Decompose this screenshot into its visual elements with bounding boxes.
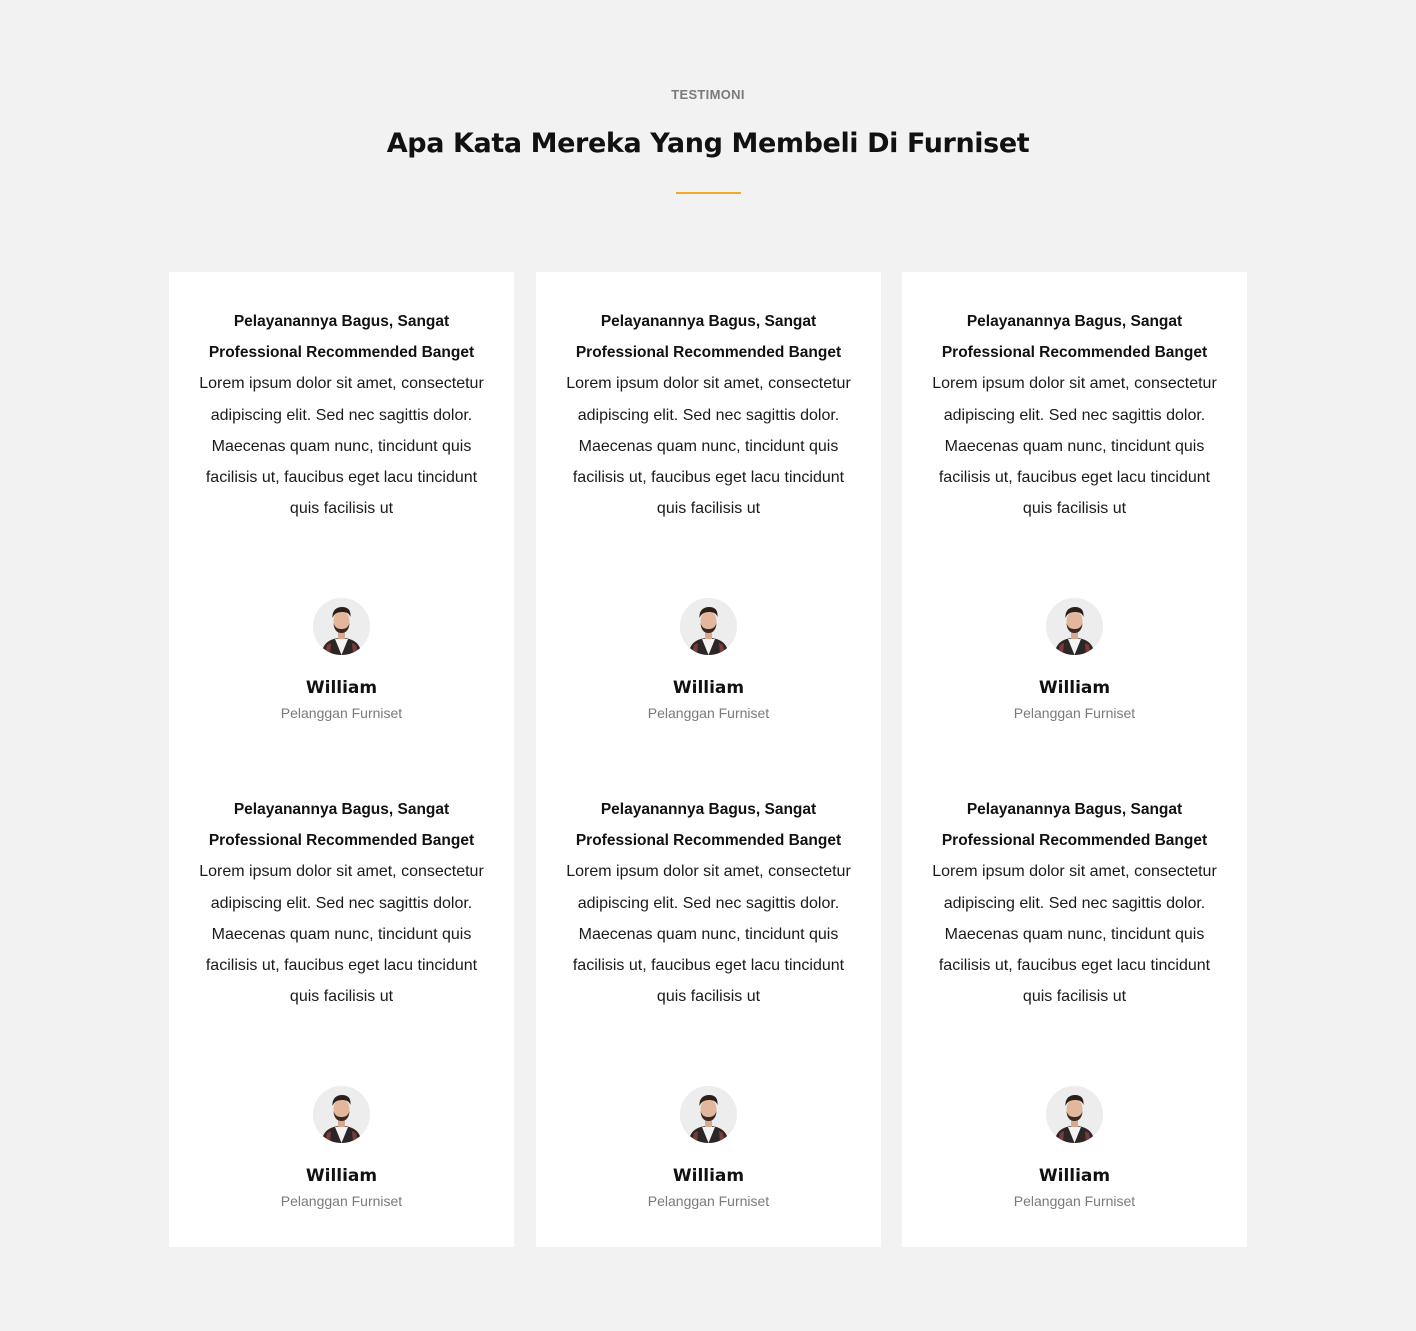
customer-name: William [1038, 1166, 1111, 1186]
customer-avatar-icon [680, 1086, 737, 1143]
quote-title: Pelayanannya Bagus, Sangat Professional … [575, 801, 842, 850]
testimonial-quote: Pelayanannya Bagus, Sangat Professional … [197, 306, 486, 524]
customer-role: Pelanggan Furniset [280, 1193, 403, 1209]
quote-body: Lorem ipsum dolor sit amet, consectetur … [932, 375, 1217, 518]
quote-body: Lorem ipsum dolor sit amet, consectetur … [566, 863, 851, 1006]
quote-body: Lorem ipsum dolor sit amet, consectetur … [932, 863, 1217, 1006]
customer-name: William [672, 1166, 745, 1186]
quote-body: Lorem ipsum dolor sit amet, consectetur … [199, 863, 484, 1006]
customer-avatar-icon [313, 598, 370, 655]
testimonial-card: Pelayanannya Bagus, Sangat Professional … [169, 306, 514, 776]
customer-role: Pelanggan Furniset [647, 1193, 770, 1209]
testimonial-card: Pelayanannya Bagus, Sangat Professional … [902, 794, 1247, 1264]
testimonial-quote: Pelayanannya Bagus, Sangat Professional … [564, 306, 853, 524]
testimonial-column: Pelayanannya Bagus, Sangat Professional … [536, 272, 881, 1247]
customer-avatar-icon [313, 1086, 370, 1143]
customer-role: Pelanggan Furniset [1013, 705, 1136, 721]
quote-body: Lorem ipsum dolor sit amet, consectetur … [566, 375, 851, 518]
customer-name: William [1038, 678, 1111, 698]
quote-title: Pelayanannya Bagus, Sangat Professional … [575, 313, 842, 362]
section-title: Apa Kata Mereka Yang Membeli Di Furniset [386, 128, 1030, 159]
section-eyebrow: TESTIMONI [671, 87, 745, 102]
customer-name: William [305, 1166, 378, 1186]
customer-role: Pelanggan Furniset [647, 705, 770, 721]
title-divider [676, 192, 741, 194]
quote-body: Lorem ipsum dolor sit amet, consectetur … [199, 375, 484, 518]
testimonial-column: Pelayanannya Bagus, Sangat Professional … [169, 272, 514, 1247]
customer-avatar-icon [680, 598, 737, 655]
testimonial-card: Pelayanannya Bagus, Sangat Professional … [902, 306, 1247, 776]
customer-avatar-icon [1046, 598, 1103, 655]
testimonial-column: Pelayanannya Bagus, Sangat Professional … [902, 272, 1247, 1247]
quote-title: Pelayanannya Bagus, Sangat Professional … [208, 313, 475, 362]
testimonial-card: Pelayanannya Bagus, Sangat Professional … [536, 794, 881, 1264]
customer-avatar-icon [1046, 1086, 1103, 1143]
quote-title: Pelayanannya Bagus, Sangat Professional … [208, 801, 475, 850]
customer-role: Pelanggan Furniset [280, 705, 403, 721]
testimonial-card: Pelayanannya Bagus, Sangat Professional … [536, 306, 881, 776]
customer-name: William [305, 678, 378, 698]
testimonial-quote: Pelayanannya Bagus, Sangat Professional … [197, 794, 486, 1012]
testimonial-quote: Pelayanannya Bagus, Sangat Professional … [930, 794, 1219, 1012]
testimonial-quote: Pelayanannya Bagus, Sangat Professional … [564, 794, 853, 1012]
testimonial-quote: Pelayanannya Bagus, Sangat Professional … [930, 306, 1219, 524]
testimonial-card: Pelayanannya Bagus, Sangat Professional … [169, 794, 514, 1264]
quote-title: Pelayanannya Bagus, Sangat Professional … [941, 313, 1208, 362]
customer-name: William [672, 678, 745, 698]
customer-role: Pelanggan Furniset [1013, 1193, 1136, 1209]
quote-title: Pelayanannya Bagus, Sangat Professional … [941, 801, 1208, 850]
